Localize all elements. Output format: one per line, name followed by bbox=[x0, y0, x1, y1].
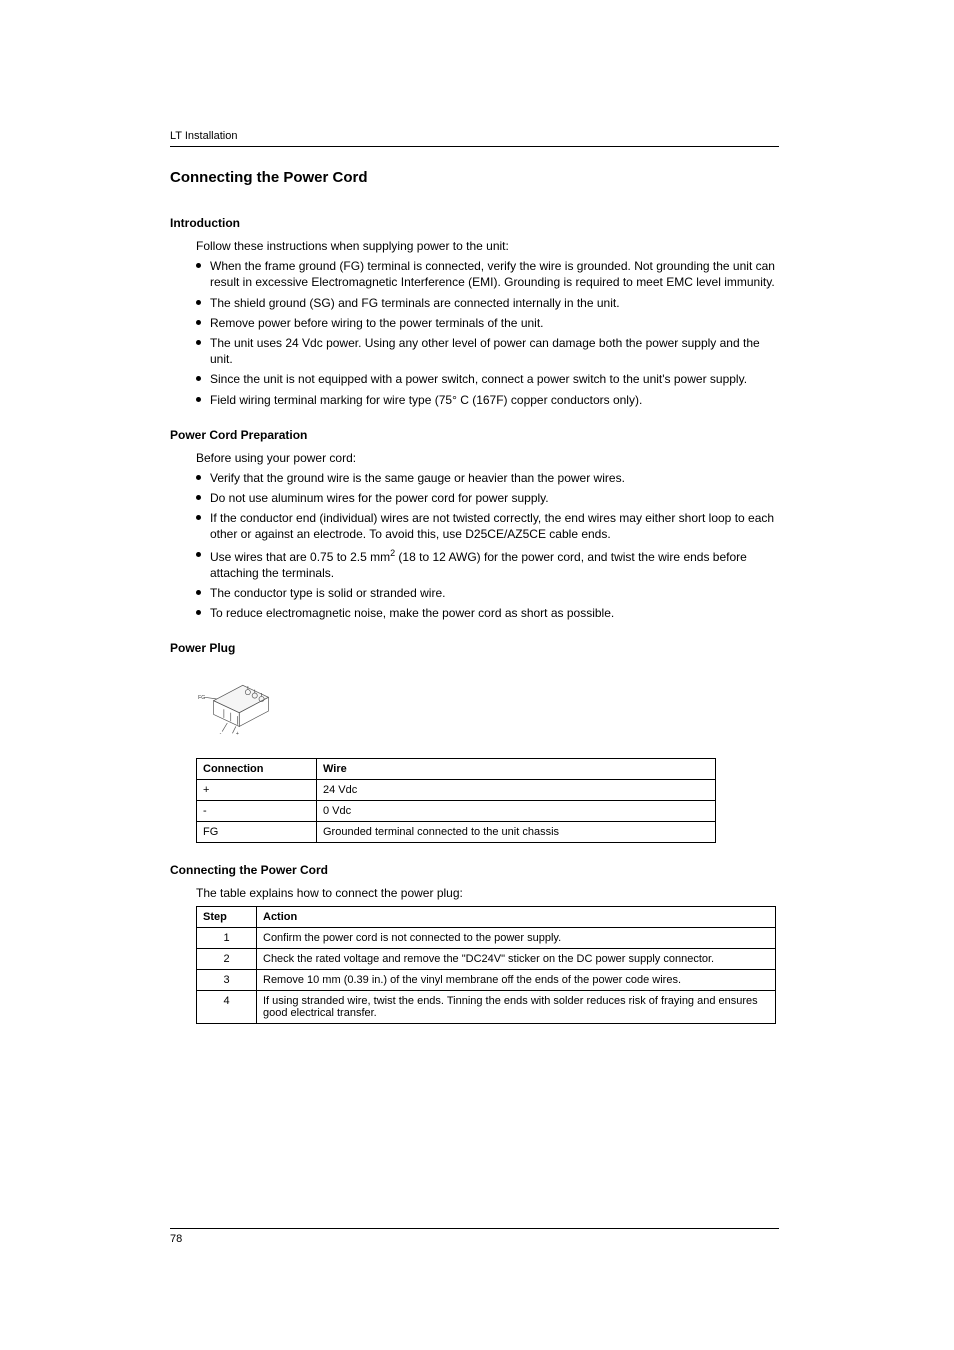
prep-lead: Before using your power cord: bbox=[196, 450, 779, 466]
plug-label-fg: FG bbox=[198, 695, 205, 701]
connect-heading: Connecting the Power Cord bbox=[170, 863, 779, 877]
footer: 78 bbox=[170, 1228, 779, 1245]
table-row: 1Confirm the power cord is not connected… bbox=[197, 927, 776, 948]
plug-heading: Power Plug bbox=[170, 641, 779, 655]
conn-header-connection: Connection bbox=[197, 759, 317, 780]
step-number: 1 bbox=[197, 927, 257, 948]
steps-header-action: Action bbox=[257, 906, 776, 927]
list-item: The unit uses 24 Vdc power. Using any ot… bbox=[196, 335, 779, 367]
table-row: +24 Vdc bbox=[197, 780, 716, 801]
step-action: Check the rated voltage and remove the "… bbox=[257, 948, 776, 969]
table-cell: + bbox=[197, 780, 317, 801]
power-plug-illustration: FG - + bbox=[196, 675, 286, 735]
table-row: -0 Vdc bbox=[197, 801, 716, 822]
intro-heading: Introduction bbox=[170, 216, 779, 230]
prep-heading: Power Cord Preparation bbox=[170, 428, 779, 442]
prep-block: Power Cord Preparation Before using your… bbox=[170, 428, 779, 622]
step-number: 4 bbox=[197, 990, 257, 1023]
plug-label-minus: - bbox=[220, 731, 222, 735]
list-item: The shield ground (SG) and FG terminals … bbox=[196, 295, 779, 311]
superscript: 2 bbox=[390, 548, 395, 558]
list-item: Field wiring terminal marking for wire t… bbox=[196, 392, 779, 408]
list-item: To reduce electromagnetic noise, make th… bbox=[196, 605, 779, 621]
step-number: 3 bbox=[197, 969, 257, 990]
step-number: 2 bbox=[197, 948, 257, 969]
list-item: Do not use aluminum wires for the power … bbox=[196, 490, 779, 506]
intro-list: When the frame ground (FG) terminal is c… bbox=[196, 258, 779, 408]
step-action: If using stranded wire, twist the ends. … bbox=[257, 990, 776, 1023]
table-row: 3Remove 10 mm (0.39 in.) of the vinyl me… bbox=[197, 969, 776, 990]
steps-header-step: Step bbox=[197, 906, 257, 927]
table-cell: - bbox=[197, 801, 317, 822]
header-rule: LT Installation bbox=[170, 130, 779, 147]
table-row: FGGrounded terminal connected to the uni… bbox=[197, 822, 716, 843]
step-action: Remove 10 mm (0.39 in.) of the vinyl mem… bbox=[257, 969, 776, 990]
doc-reference: LT Installation bbox=[170, 130, 779, 142]
table-cell: Grounded terminal connected to the unit … bbox=[317, 822, 716, 843]
section-title: Connecting the Power Cord bbox=[170, 169, 779, 186]
table-cell: 0 Vdc bbox=[317, 801, 716, 822]
step-action: Confirm the power cord is not connected … bbox=[257, 927, 776, 948]
connection-table: Connection Wire +24 Vdc-0 VdcFGGrounded … bbox=[196, 758, 716, 843]
page-number: 78 bbox=[170, 1233, 779, 1245]
list-item: Verify that the ground wire is the same … bbox=[196, 470, 779, 486]
table-row: 4If using stranded wire, twist the ends.… bbox=[197, 990, 776, 1023]
list-item: When the frame ground (FG) terminal is c… bbox=[196, 258, 779, 290]
intro-lead: Follow these instructions when supplying… bbox=[196, 238, 779, 254]
list-item: If the conductor end (individual) wires … bbox=[196, 510, 779, 542]
list-item: The conductor type is solid or stranded … bbox=[196, 585, 779, 601]
table-cell: 24 Vdc bbox=[317, 780, 716, 801]
prep-list: Verify that the ground wire is the same … bbox=[196, 470, 779, 622]
steps-table: Step Action 1Confirm the power cord is n… bbox=[196, 906, 776, 1024]
conn-header-wire: Wire bbox=[317, 759, 716, 780]
list-item: Remove power before wiring to the power … bbox=[196, 315, 779, 331]
table-row: 2Check the rated voltage and remove the … bbox=[197, 948, 776, 969]
connect-block: Connecting the Power Cord The table expl… bbox=[170, 863, 779, 1023]
footer-rule: 78 bbox=[170, 1228, 779, 1245]
list-item: Use wires that are 0.75 to 2.5 mm2 (18 t… bbox=[196, 547, 779, 581]
plug-block: Power Plug FG - + bbox=[170, 641, 779, 843]
list-item: Since the unit is not equipped with a po… bbox=[196, 371, 779, 387]
plug-label-plus: + bbox=[236, 731, 239, 735]
intro-block: Introduction Follow these instructions w… bbox=[170, 216, 779, 408]
connect-lead: The table explains how to connect the po… bbox=[196, 885, 779, 901]
table-cell: FG bbox=[197, 822, 317, 843]
